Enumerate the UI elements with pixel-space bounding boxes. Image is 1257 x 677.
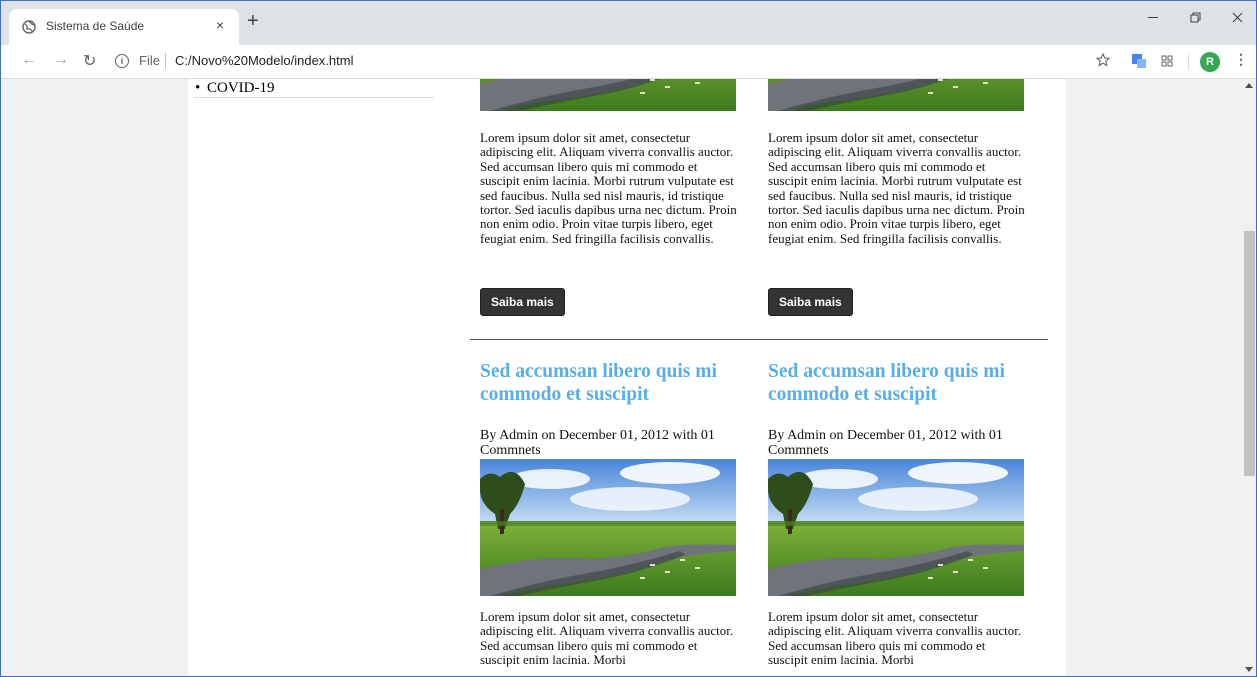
tab-strip: Sistema de Saúde × + [1, 1, 1256, 45]
address-separator [165, 53, 166, 69]
scrollbar-thumb[interactable] [1244, 231, 1255, 476]
menu-icon[interactable]: ⋮ [1234, 51, 1248, 68]
translate-icon[interactable] [1131, 53, 1147, 69]
scroll-down-icon[interactable] [1245, 667, 1253, 672]
post-excerpt: Lorem ipsum dolor sit amet, consectetur … [480, 130, 737, 246]
sidebar-divider [194, 97, 434, 98]
post-image [768, 459, 1024, 596]
read-more-button[interactable]: Saiba mais [480, 288, 565, 316]
read-more-button[interactable]: Saiba mais [768, 288, 853, 316]
profile-avatar[interactable]: R [1200, 52, 1220, 72]
minimize-icon[interactable] [1148, 17, 1160, 19]
restore-icon[interactable] [1190, 12, 1202, 24]
url-text[interactable]: C:/Novo%20Modelo/index.html [175, 53, 353, 68]
post-image [480, 79, 736, 111]
page-viewport: COVID-19 Lorem ipsum dolor sit amet, con… [1, 79, 1241, 676]
close-window-icon[interactable] [1232, 12, 1244, 24]
browser-tab[interactable]: Sistema de Saúde × [9, 9, 239, 45]
tab-close-icon[interactable]: × [216, 17, 224, 33]
section-divider [470, 339, 1048, 340]
post-byline: By Admin on December 01, 2012 with 01 Co… [480, 428, 715, 458]
tab-title: Sistema de Saúde [46, 19, 145, 33]
back-icon[interactable]: ← [21, 51, 37, 69]
post-excerpt: Lorem ipsum dolor sit amet, consectetur … [768, 130, 1025, 246]
post-excerpt: Lorem ipsum dolor sit amet, consectetur … [768, 609, 1022, 668]
bookmark-star-icon[interactable] [1096, 53, 1110, 67]
scroll-up-icon[interactable] [1245, 83, 1253, 88]
address-bar[interactable]: i File C:/Novo%20Modelo/index.html [107, 49, 1087, 74]
post-byline: By Admin on December 01, 2012 with 01 Co… [768, 428, 1003, 458]
info-icon[interactable]: i [115, 54, 129, 68]
url-scheme: File [139, 53, 160, 68]
post-excerpt: Lorem ipsum dolor sit amet, consectetur … [480, 609, 734, 668]
sidebar-list: COVID-19 [193, 79, 433, 97]
new-tab-icon[interactable]: + [247, 11, 259, 31]
reload-icon[interactable]: ↻ [83, 51, 96, 71]
browser-window: Sistema de Saúde × + ← → ↻ i File C:/Nov… [0, 0, 1257, 677]
extensions-icon[interactable] [1161, 55, 1173, 67]
toolbar-separator [1188, 53, 1189, 70]
post-title[interactable]: Sed accumsan libero quis mi commodo et s… [480, 360, 760, 406]
browser-toolbar: ← → ↻ i File C:/Novo%20Modelo/index.html… [1, 45, 1256, 79]
forward-icon[interactable]: → [53, 51, 69, 69]
post-image [480, 459, 736, 596]
post-image [768, 79, 1024, 111]
vertical-scrollbar[interactable] [1241, 79, 1256, 676]
sidebar-item-covid[interactable]: COVID-19 [193, 79, 433, 97]
globe-icon [22, 20, 36, 34]
post-title[interactable]: Sed accumsan libero quis mi commodo et s… [768, 360, 1048, 406]
page-content: COVID-19 Lorem ipsum dolor sit amet, con… [188, 79, 1066, 676]
